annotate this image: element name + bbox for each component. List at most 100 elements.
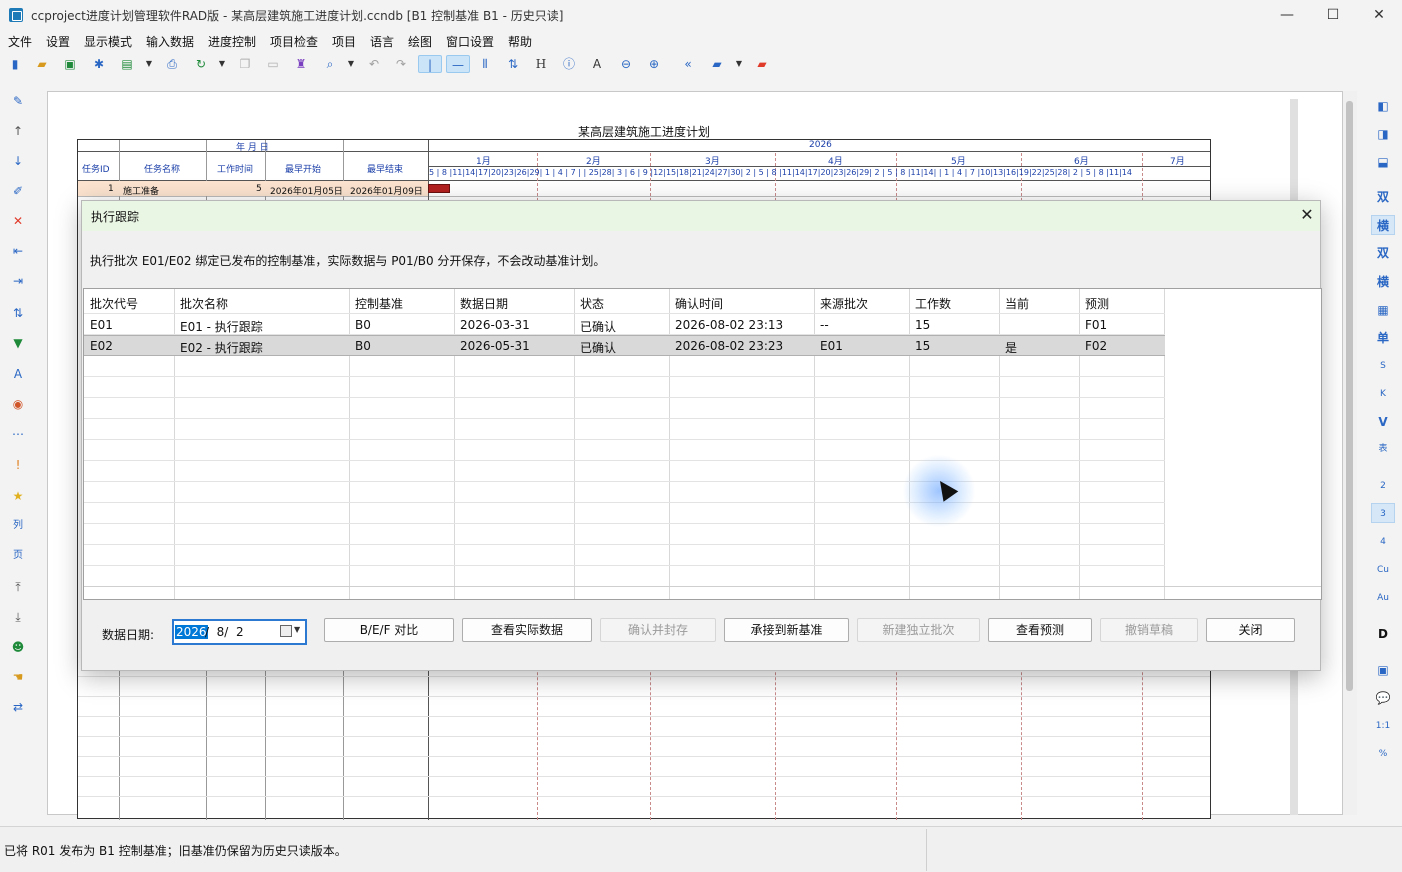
cell-data-date[interactable]: 2026-05-31 — [460, 339, 530, 353]
new-batch-button[interactable]: 新建独立批次 — [857, 618, 980, 642]
scroll-thumb[interactable] — [1346, 101, 1353, 691]
menu-file[interactable]: 文件 — [8, 33, 32, 50]
table-icon[interactable]: ▦ — [1371, 300, 1395, 320]
redo-icon[interactable]: ↷ — [392, 55, 410, 73]
refresh-icon[interactable]: ↻ — [192, 55, 210, 73]
edit-icon[interactable]: ✐ — [9, 182, 27, 200]
dots-icon[interactable]: ⋯ — [9, 425, 27, 443]
single-button[interactable]: 单 — [1371, 328, 1395, 348]
revoke-draft-button[interactable]: 撤销草稿 — [1100, 618, 1198, 642]
outdent-icon[interactable]: ⇤ — [9, 242, 27, 260]
print-icon[interactable]: ⎙ — [163, 55, 181, 73]
header-status[interactable]: 状态 — [580, 295, 604, 312]
cell-batch-code[interactable]: E02 — [90, 339, 113, 353]
cell-forecast[interactable]: F02 — [1085, 339, 1107, 353]
save-icon[interactable]: ▣ — [61, 55, 79, 73]
double-button[interactable]: 双 — [1371, 187, 1395, 207]
layout-bottom-icon[interactable]: ⬓ — [1371, 152, 1395, 172]
table-button[interactable]: 表 — [1371, 439, 1395, 459]
asterisk-icon[interactable]: ✱ — [90, 55, 108, 73]
menu-project[interactable]: 项目 — [332, 33, 356, 50]
palette-icon[interactable]: ◉ — [9, 395, 27, 413]
arrow-down-icon[interactable]: ↓ — [9, 152, 27, 170]
copy-icon[interactable]: ❐ — [236, 55, 254, 73]
ratio-icon[interactable]: 1:1 — [1371, 716, 1395, 736]
top-icon[interactable]: ⤒ — [9, 578, 27, 596]
export-icon[interactable]: ▤ — [118, 55, 136, 73]
cell-source-batch[interactable]: -- — [820, 318, 829, 332]
s-button[interactable]: S — [1371, 356, 1395, 376]
cell-batch-code[interactable]: E01 — [90, 318, 113, 332]
back-icon[interactable]: « — [679, 55, 697, 73]
inherit-baseline-button[interactable]: 承接到新基准 — [724, 618, 849, 642]
vertical-line-icon[interactable]: | — [418, 55, 442, 73]
format-brush-icon[interactable]: ♜ — [292, 55, 310, 73]
dropdown-icon[interactable]: ▼ — [347, 55, 355, 73]
folder-red-icon[interactable]: ▰ — [753, 55, 771, 73]
au-button[interactable]: Au — [1371, 588, 1395, 608]
horizontal-line-icon[interactable]: — — [446, 55, 470, 73]
header-source-batch[interactable]: 来源批次 — [820, 295, 868, 312]
cell-batch-name[interactable]: E01 - 执行跟踪 — [180, 318, 263, 335]
confirm-seal-button[interactable]: 确认并封存 — [600, 618, 716, 642]
header-baseline[interactable]: 控制基准 — [355, 295, 403, 312]
zoom-4-button[interactable]: 4 — [1371, 532, 1395, 552]
task-bar[interactable] — [428, 184, 450, 193]
header-data-date[interactable]: 数据日期 — [460, 295, 508, 312]
horizontal-button[interactable]: 横 — [1371, 215, 1395, 235]
cell-data-date[interactable]: 2026-03-31 — [460, 318, 530, 332]
menu-input-data[interactable]: 输入数据 — [146, 33, 194, 50]
cell-forecast[interactable]: F01 — [1085, 318, 1107, 332]
bef-compare-button[interactable]: B/E/F 对比 — [324, 618, 454, 642]
minimize-button[interactable]: — — [1264, 0, 1310, 31]
view-actual-data-button[interactable]: 查看实际数据 — [462, 618, 592, 642]
header-task-count[interactable]: 工作数 — [915, 295, 951, 312]
bottom-icon[interactable]: ⤓ — [9, 608, 27, 626]
vertical-scrollbar[interactable] — [1343, 91, 1357, 815]
horizontal-alt-button[interactable]: 横 — [1371, 272, 1395, 292]
menu-drawing[interactable]: 绘图 — [408, 33, 432, 50]
date-month-day[interactable]: / 8/ 2 — [205, 625, 244, 639]
h-icon[interactable]: H — [532, 55, 550, 73]
calendar-icon[interactable] — [280, 625, 292, 637]
date-year-selected[interactable]: 2026 — [175, 625, 208, 639]
cell-confirm-time[interactable]: 2026-08-02 23:23 — [675, 339, 783, 353]
cell-baseline[interactable]: B0 — [355, 339, 371, 353]
cell-current[interactable]: 是 — [1005, 339, 1017, 356]
info-icon[interactable]: ⓘ — [560, 55, 578, 73]
indent-icon[interactable]: ⇥ — [9, 272, 27, 290]
zoom-out-icon[interactable]: ⊖ — [617, 55, 635, 73]
header-batch-name[interactable]: 批次名称 — [180, 295, 228, 312]
folder-icon[interactable]: ▰ — [708, 55, 726, 73]
zoom-in-icon[interactable]: ⊕ — [645, 55, 663, 73]
data-date-picker[interactable]: 2026 / 8/ 2 ▼ — [172, 619, 307, 645]
calc-icon[interactable]: ▣ — [1371, 660, 1395, 680]
maximize-button[interactable]: ☐ — [1310, 0, 1356, 31]
menu-help[interactable]: 帮助 — [508, 33, 532, 50]
k-button[interactable]: K — [1371, 384, 1395, 404]
search-icon[interactable]: ⌕ — [321, 55, 339, 73]
chevron-down-icon[interactable]: ▼ — [294, 625, 300, 634]
dropdown-icon[interactable]: ▼ — [218, 55, 226, 73]
users-icon[interactable]: ☻ — [9, 638, 27, 656]
hand-icon[interactable]: ☚ — [9, 668, 27, 686]
menu-settings[interactable]: 设置 — [46, 33, 70, 50]
v-button[interactable]: V — [1371, 412, 1395, 432]
layout-left-icon[interactable]: ◧ — [1371, 96, 1395, 116]
header-batch-code[interactable]: 批次代号 — [90, 295, 138, 312]
menu-display-mode[interactable]: 显示模式 — [84, 33, 132, 50]
cell-task-count[interactable]: 15 — [915, 339, 930, 353]
dropdown-icon[interactable]: ▼ — [145, 55, 153, 73]
header-confirm-time[interactable]: 确认时间 — [675, 295, 723, 312]
swap-icon[interactable]: ⇄ — [9, 698, 27, 716]
menu-progress-control[interactable]: 进度控制 — [208, 33, 256, 50]
undo-icon[interactable]: ↶ — [365, 55, 383, 73]
cell-status[interactable]: 已确认 — [580, 339, 616, 356]
cell-task-count[interactable]: 15 — [915, 318, 930, 332]
open-icon[interactable]: ▰ — [33, 55, 51, 73]
star-icon[interactable]: ★ — [9, 487, 27, 505]
dropdown-icon[interactable]: ▼ — [735, 55, 743, 73]
zoom-2-button[interactable]: 2 — [1371, 476, 1395, 496]
percent-button[interactable]: % — [1371, 744, 1395, 764]
page-icon[interactable]: 页 — [9, 547, 27, 565]
